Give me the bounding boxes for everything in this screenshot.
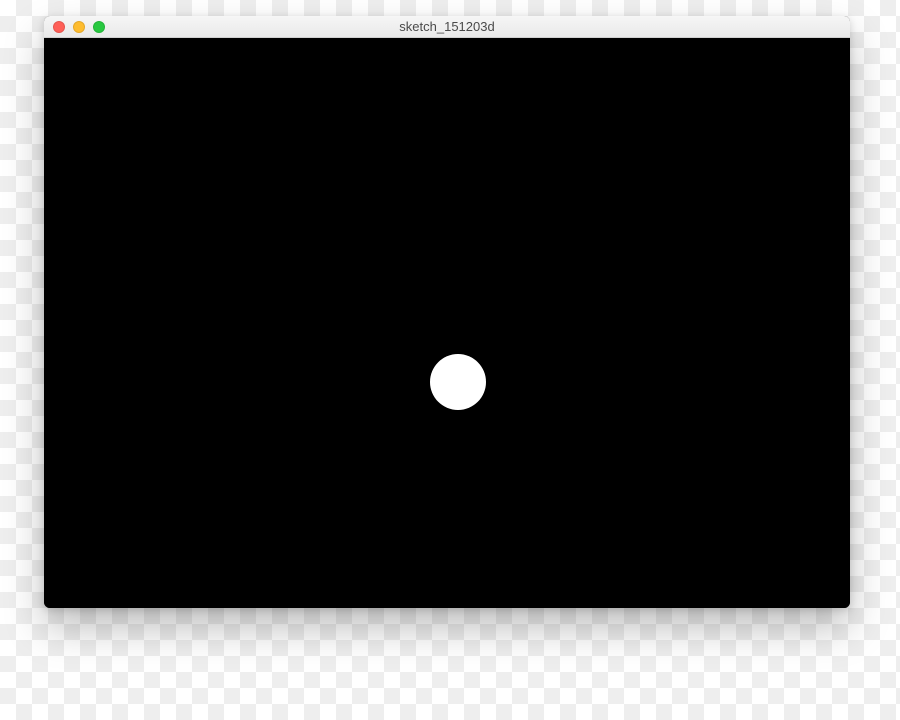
circle-shape <box>430 354 486 410</box>
app-window: sketch_151203d <box>44 16 850 608</box>
sketch-canvas[interactable] <box>44 38 850 608</box>
traffic-lights <box>44 21 105 33</box>
maximize-icon[interactable] <box>93 21 105 33</box>
close-icon[interactable] <box>53 21 65 33</box>
minimize-icon[interactable] <box>73 21 85 33</box>
window-title: sketch_151203d <box>44 16 850 38</box>
window-titlebar[interactable]: sketch_151203d <box>44 16 850 38</box>
